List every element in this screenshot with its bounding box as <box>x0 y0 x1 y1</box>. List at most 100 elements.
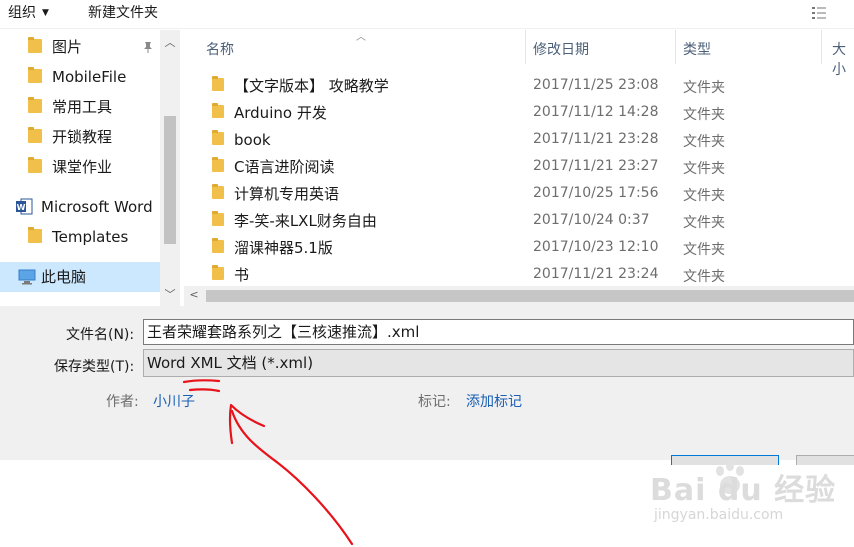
organize-label: 组织 <box>8 5 36 21</box>
file-type: 文件夹 <box>683 269 725 285</box>
file-date: 2017/11/21 23:27 <box>533 158 659 174</box>
file-row[interactable]: C语言进阶阅读 2017/11/21 23:27 文件夹 <box>184 153 854 180</box>
nav-item-label: Templates <box>52 228 129 246</box>
computer-icon <box>18 269 36 285</box>
nav-item-label: 常用工具 <box>52 98 113 116</box>
folder-icon <box>28 157 42 173</box>
folder-icon <box>212 211 224 226</box>
new-folder-button[interactable]: 新建文件夹 <box>88 4 158 22</box>
savetype-select[interactable]: Word XML 文档 (*.xml) <box>143 349 854 377</box>
folder-icon <box>28 97 42 113</box>
file-type: 文件夹 <box>683 161 725 177</box>
chevron-down-icon: ▼ <box>42 8 49 18</box>
nav-item-homework[interactable]: 课堂作业 <box>0 152 160 182</box>
nav-item-microsoft-word[interactable]: W Microsoft Word <box>0 192 160 222</box>
nav-item-label: 此电脑 <box>41 268 87 286</box>
view-options-icon[interactable] <box>812 6 830 20</box>
folder-icon <box>212 184 224 199</box>
pin-icon[interactable] <box>142 41 154 53</box>
folder-icon <box>28 67 42 83</box>
file-row[interactable]: 书 2017/11/21 23:24 文件夹 <box>184 261 854 286</box>
file-name: 计算机专用英语 <box>234 185 340 203</box>
tags-label: 标记: <box>418 394 451 410</box>
add-tags-link[interactable]: 添加标记 <box>466 391 522 411</box>
scroll-left-icon[interactable]: < <box>184 288 204 301</box>
file-date: 2017/11/12 14:28 <box>533 104 659 120</box>
folder-pictures-icon <box>28 37 42 53</box>
folder-icon <box>212 103 224 118</box>
nav-item-label: MobileFile <box>52 68 127 86</box>
scroll-down-icon[interactable]: ﹀ <box>160 286 180 302</box>
file-name: 李-笑-来LXL财务自由 <box>234 212 377 230</box>
savetype-label: 保存类型(T): <box>54 359 135 375</box>
column-divider[interactable] <box>525 30 526 64</box>
watermark-logo-text: Bai du 经验 <box>650 473 837 508</box>
file-row[interactable]: Arduino 开发 2017/11/12 14:28 文件夹 <box>184 99 854 126</box>
scroll-up-icon[interactable]: ︿ <box>160 34 180 50</box>
file-type: 文件夹 <box>683 242 725 258</box>
file-date: 2017/11/21 23:24 <box>533 266 659 282</box>
word-icon: W <box>16 198 33 215</box>
folder-icon <box>212 265 224 280</box>
nav-item-unlock-tutorial[interactable]: 开锁教程 <box>0 122 160 152</box>
nav-item-this-pc[interactable]: 此电脑 <box>0 262 160 292</box>
file-date: 2017/10/23 12:10 <box>533 239 659 255</box>
author-label: 作者: <box>106 394 139 410</box>
file-name: 【文字版本】 攻略教学 <box>234 77 389 95</box>
file-type: 文件夹 <box>683 215 725 231</box>
column-divider[interactable] <box>675 30 676 64</box>
svg-text:W: W <box>17 203 26 212</box>
column-modified[interactable]: 修改日期 <box>533 39 589 59</box>
nav-scrollbar-thumb[interactable] <box>164 116 176 244</box>
folder-icon <box>212 130 224 145</box>
folder-icon <box>212 157 224 172</box>
file-list: 【文字版本】 攻略教学 2017/11/25 23:08 文件夹 Arduino… <box>184 72 854 286</box>
navigation-pane: 图片 MobileFile 常用工具 开锁教程 课堂作业 W Microsoft… <box>0 30 182 306</box>
column-name[interactable]: 名称 <box>206 39 234 59</box>
toolbar: 组织 ▼ 新建文件夹 <box>0 0 854 29</box>
file-date: 2017/10/24 0:37 <box>533 212 650 228</box>
file-row[interactable]: 计算机专用英语 2017/10/25 17:56 文件夹 <box>184 180 854 207</box>
baidu-watermark: Bai du 经验 jingyan.baidu.com <box>620 455 854 547</box>
nav-item-tools[interactable]: 常用工具 <box>0 92 160 122</box>
nav-item-label: 开锁教程 <box>52 128 113 146</box>
filename-input[interactable]: 王者荣耀套路系列之【三核速推流】.xml <box>143 319 854 345</box>
file-row[interactable]: book 2017/11/21 23:28 文件夹 <box>184 126 854 153</box>
file-name: 书 <box>234 266 250 284</box>
filename-label: 文件名(N): <box>66 327 135 343</box>
file-date: 2017/11/25 23:08 <box>533 77 659 93</box>
folder-icon <box>28 227 42 243</box>
nav-item-templates[interactable]: Templates <box>0 222 160 252</box>
file-name: Arduino 开发 <box>234 104 327 122</box>
file-name: C语言进阶阅读 <box>234 158 335 176</box>
nav-scrollbar[interactable]: ︿ ﹀ <box>160 30 180 306</box>
folder-icon <box>28 127 42 143</box>
file-type: 文件夹 <box>683 188 725 204</box>
file-row[interactable]: 李-笑-来LXL财务自由 2017/10/24 0:37 文件夹 <box>184 207 854 234</box>
watermark-url: jingyan.baidu.com <box>654 507 784 523</box>
file-type: 文件夹 <box>683 134 725 150</box>
horizontal-scrollbar[interactable]: < <box>184 286 854 306</box>
nav-item-label: 图片 <box>52 38 83 56</box>
column-header-row: ︿ 名称 修改日期 类型 大小 <box>184 30 854 78</box>
organize-button[interactable]: 组织 ▼ <box>8 4 49 24</box>
column-type[interactable]: 类型 <box>683 39 711 59</box>
file-name: 溜课神器5.1版 <box>234 239 333 257</box>
sort-ascending-icon: ︿ <box>356 32 366 43</box>
file-name: book <box>234 131 271 149</box>
nav-item-mobilefile[interactable]: MobileFile <box>0 62 160 92</box>
column-divider[interactable] <box>821 30 822 64</box>
author-value[interactable]: 小川子 <box>153 391 195 411</box>
file-date: 2017/10/25 17:56 <box>533 185 659 201</box>
file-type: 文件夹 <box>683 107 725 123</box>
file-type: 文件夹 <box>683 80 725 96</box>
nav-item-label: 课堂作业 <box>52 158 113 176</box>
folder-icon <box>212 76 224 91</box>
folder-icon <box>212 238 224 253</box>
nav-item-pictures[interactable]: 图片 <box>0 32 160 62</box>
file-row[interactable]: 【文字版本】 攻略教学 2017/11/25 23:08 文件夹 <box>184 72 854 99</box>
file-date: 2017/11/21 23:28 <box>533 131 659 147</box>
horizontal-scrollbar-thumb[interactable] <box>206 290 854 302</box>
nav-item-label: Microsoft Word <box>41 198 153 216</box>
file-row[interactable]: 溜课神器5.1版 2017/10/23 12:10 文件夹 <box>184 234 854 261</box>
